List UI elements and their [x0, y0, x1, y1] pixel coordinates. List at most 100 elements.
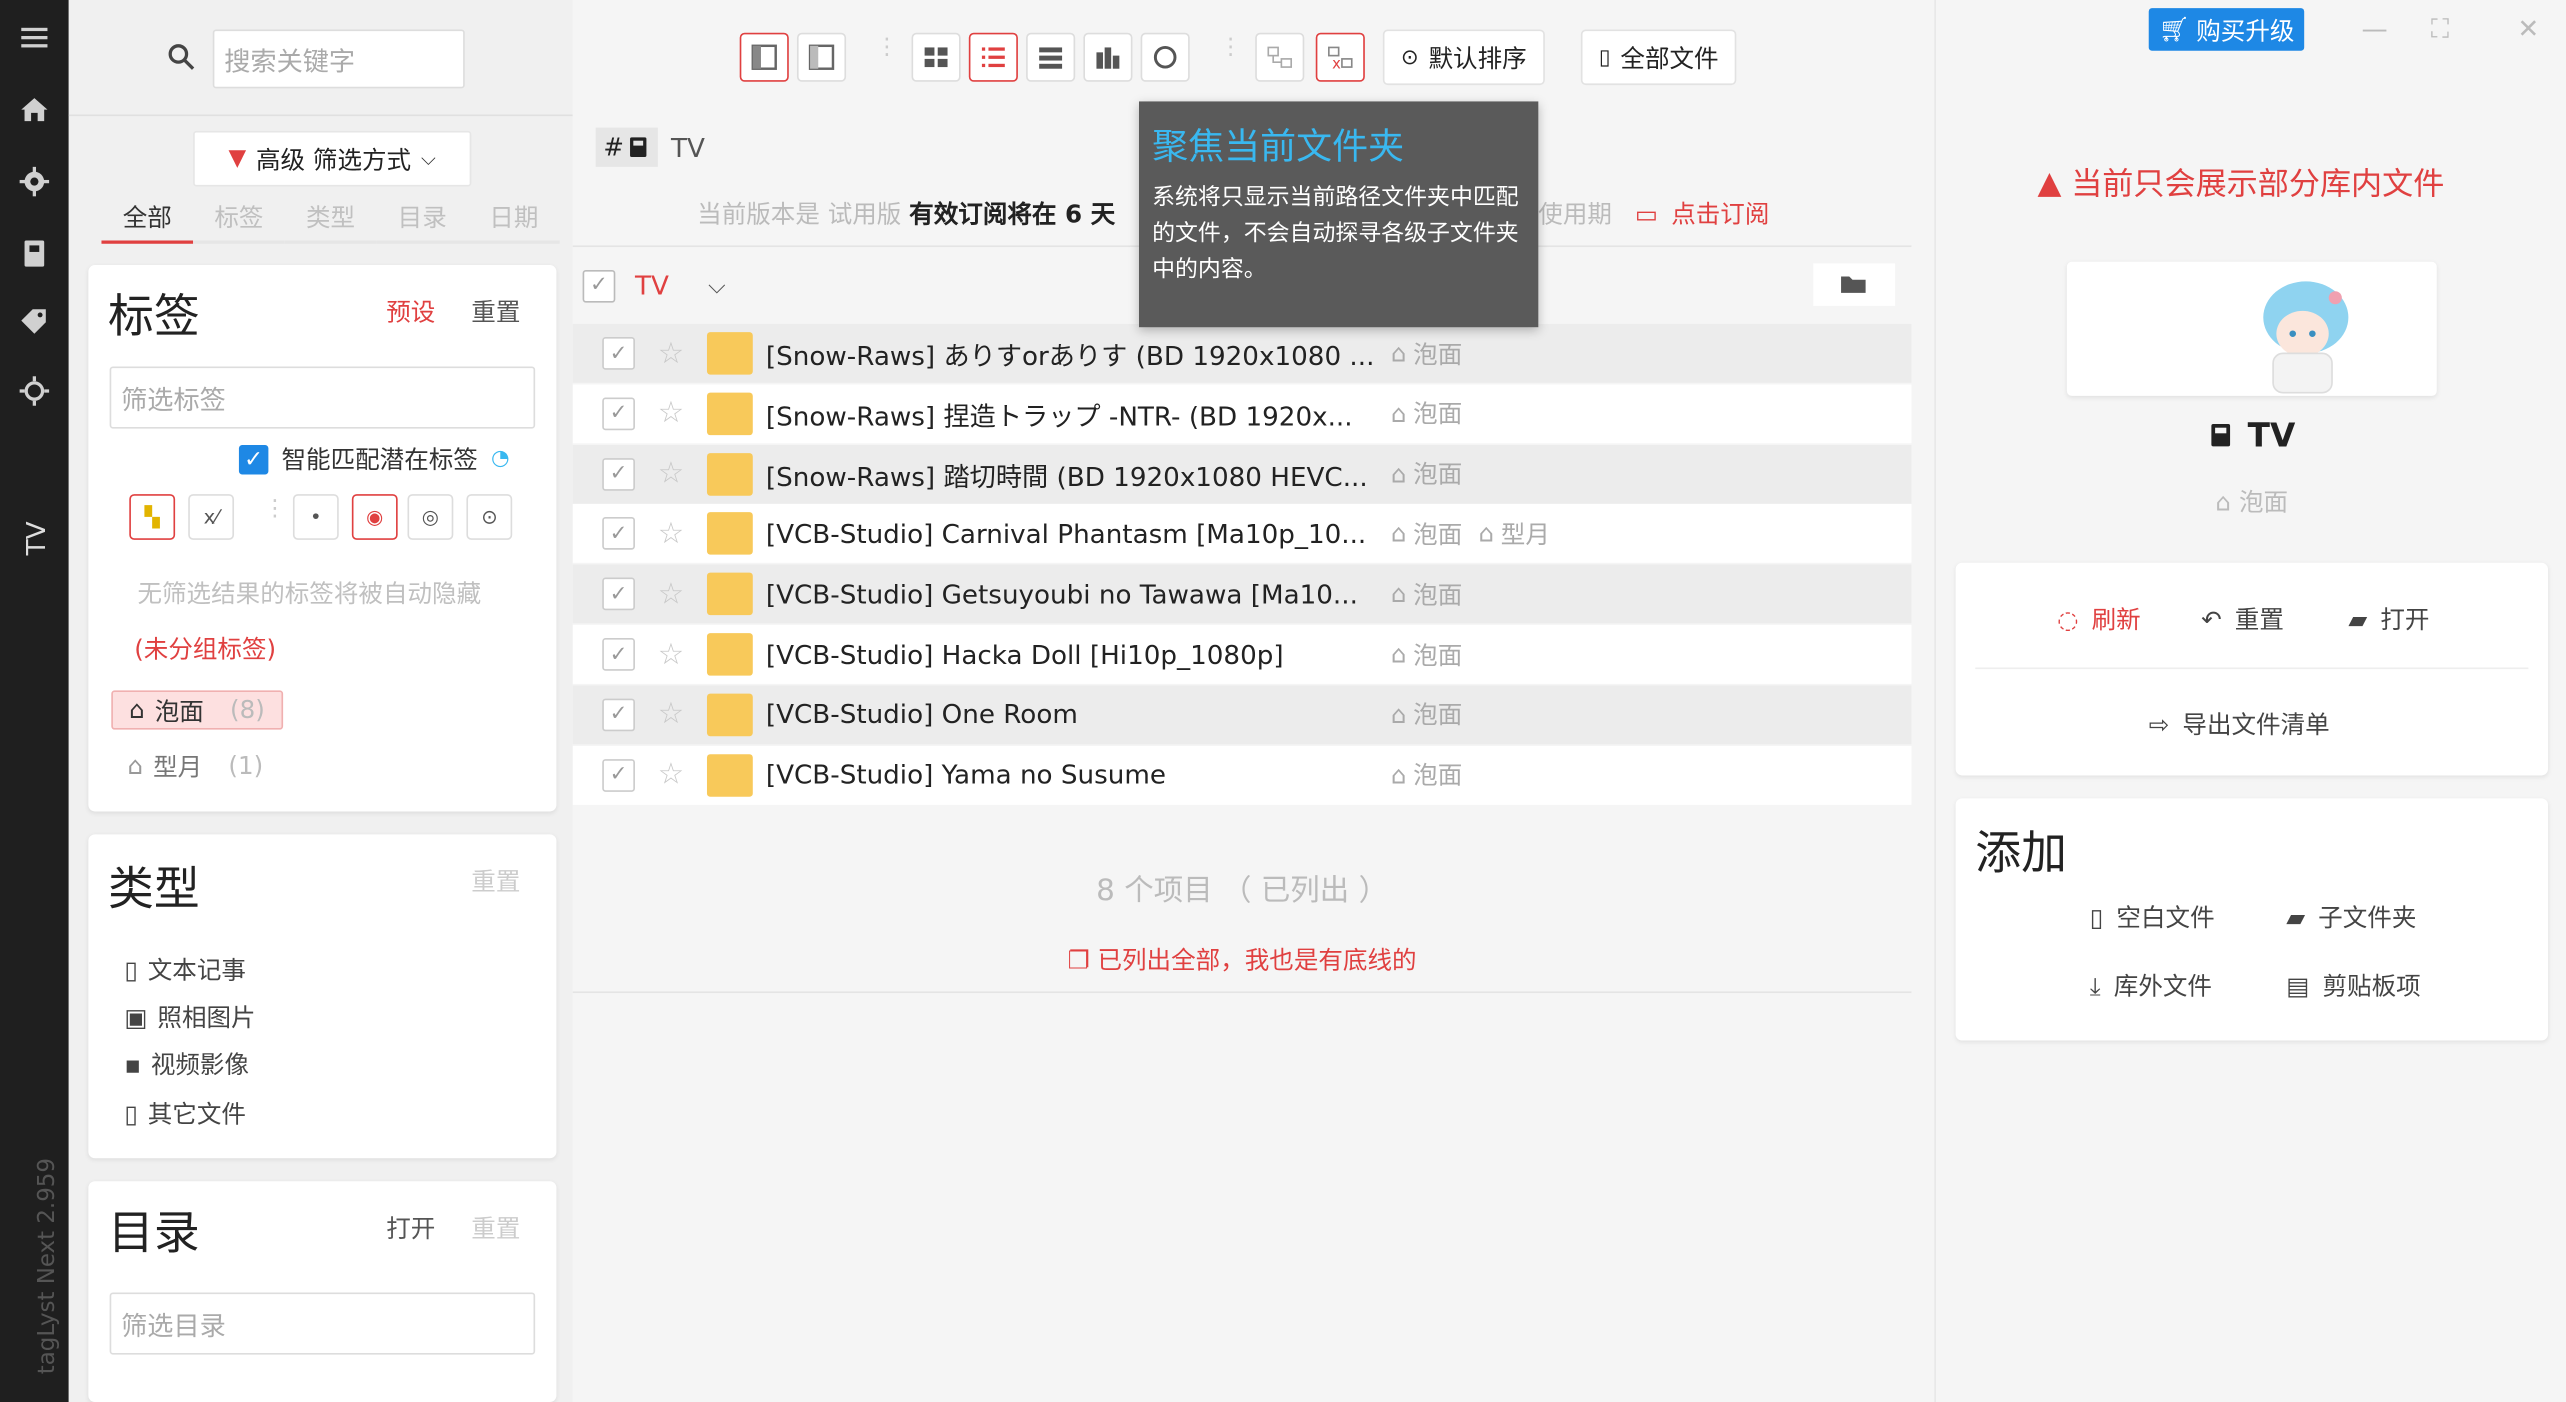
star-icon[interactable]: ☆ [655, 758, 688, 792]
file-row[interactable]: ✓ ☆ [Snow-Raws] ありすorありす (BD 1920x1080 ...… [572, 323, 1912, 383]
row-checkbox[interactable]: ✓ [602, 638, 635, 671]
row-tag[interactable]: ⌂ 泡面 [1391, 697, 1462, 731]
right-panel-toggle[interactable] [796, 32, 847, 82]
row-tag[interactable]: ⌂ 泡面 [1391, 758, 1462, 792]
file-row[interactable]: ✓ ☆ [VCB-Studio] Getsuyoubi no Tawawa [Ma1… [572, 564, 1912, 624]
theme-icon[interactable] [16, 373, 52, 409]
file-row[interactable]: ✓ ☆ [Snow-Raws] 踏切時間 (BD 1920x1080 HEVC...… [572, 444, 1912, 504]
row-tag[interactable]: ⌂ 泡面 [1391, 517, 1462, 551]
tag-item-selected[interactable]: ⌂ 泡面 (8) [111, 690, 283, 730]
tag-dot-button[interactable]: • [292, 494, 339, 540]
export-list-button[interactable]: ⇨ 导出文件清单 [2149, 707, 2330, 741]
tag-circle-button[interactable]: ⊙ [466, 494, 513, 540]
tag-filter-input[interactable]: 筛选标签 [109, 366, 536, 429]
type-reset-button[interactable]: 重置 [471, 864, 520, 898]
star-icon[interactable]: ☆ [655, 517, 688, 551]
row-checkbox[interactable]: ✓ [602, 698, 635, 731]
type-item-video[interactable]: ▪ 视频影像 [124, 1047, 249, 1081]
masonry-view-button[interactable] [1083, 32, 1133, 82]
row-checkbox[interactable]: ✓ [602, 758, 635, 792]
directory-open-button[interactable]: 打开 [386, 1211, 435, 1245]
tags-icon[interactable] [16, 304, 52, 340]
search-icon[interactable] [167, 43, 196, 72]
add-external-file-button[interactable]: ⤓ 库外文件 [2090, 969, 2212, 1003]
star-icon[interactable]: ☆ [655, 396, 688, 430]
ungrouped-tags-label[interactable]: (未分组标签) [134, 631, 276, 665]
breadcrumb-folder[interactable]: TV [671, 132, 705, 163]
file-name[interactable]: [VCB-Studio] One Room [766, 699, 1375, 730]
tab-all[interactable]: 全部 [101, 200, 194, 244]
row-checkbox[interactable]: ✓ [602, 457, 635, 491]
file-row[interactable]: ✓ ☆ [VCB-Studio] Yama no Susume ⌂ 泡面 [572, 745, 1912, 805]
file-name[interactable]: [Snow-Raws] 捏造トラップ -NTR- (BD 1920x... [766, 394, 1375, 433]
directory-filter-input[interactable]: 筛选目录 [109, 1292, 536, 1355]
add-blank-file-button[interactable]: ▯ 空白文件 [2090, 900, 2215, 934]
advanced-filter-select[interactable]: ▼ 高级 筛选方式 ⌵ [193, 130, 472, 187]
directory-reset-button[interactable]: 重置 [471, 1211, 520, 1245]
row-tag[interactable]: ⌂ 泡面 [1391, 396, 1462, 430]
star-icon[interactable]: ☆ [655, 637, 688, 671]
type-item-other[interactable]: ▯ 其它文件 [124, 1096, 246, 1130]
file-name[interactable]: [VCB-Studio] Carnival Phantasm [Ma10p_10… [766, 518, 1375, 549]
left-panel-toggle[interactable] [739, 32, 789, 82]
star-icon[interactable]: ☆ [655, 577, 688, 611]
tab-dates[interactable]: 日期 [468, 200, 560, 244]
row-tag[interactable]: ⌂ 泡面 [1391, 457, 1462, 491]
circle-view-button[interactable] [1140, 32, 1190, 82]
rail-folder-label[interactable]: TV [20, 522, 51, 556]
focus-folder-button[interactable]: x [1315, 32, 1365, 82]
open-folder-button[interactable] [1813, 263, 1896, 306]
tag-item[interactable]: ⌂ 型月 (1) [111, 746, 279, 785]
file-row[interactable]: ✓ ☆ [VCB-Studio] Hacka Doll [Hi10p_1080p] ⌂… [572, 624, 1912, 684]
list-view-button[interactable] [968, 32, 1018, 82]
row-checkbox[interactable]: ✓ [602, 397, 635, 430]
add-clipboard-button[interactable]: ▤ 剪贴板项 [2286, 969, 2421, 1003]
row-checkbox[interactable]: ✓ [602, 577, 635, 611]
type-item-image[interactable]: ▣ 照相图片 [124, 1000, 255, 1034]
file-name[interactable]: [VCB-Studio] Yama no Susume [766, 759, 1375, 790]
file-row[interactable]: ✓ ☆ [VCB-Studio] One Room ⌂ 泡面 [572, 685, 1912, 745]
buy-upgrade-button[interactable]: 🛒︎ 购买升级 [2148, 8, 2305, 51]
tag-ring-button[interactable]: ◎ [407, 494, 454, 540]
row-tag[interactable]: ⌂ 泡面 [1391, 577, 1462, 611]
tab-types[interactable]: 类型 [284, 200, 377, 244]
home-icon[interactable] [16, 92, 52, 128]
type-item-text[interactable]: ▯ 文本记事 [124, 952, 246, 986]
row-tag[interactable]: ⌂ 泡面 [1391, 336, 1462, 370]
menu-icon[interactable] [16, 20, 52, 56]
detail-tag[interactable]: ⌂ 泡面 [1936, 484, 2566, 518]
subfolder-toggle-button[interactable] [1255, 32, 1305, 82]
file-name[interactable]: [VCB-Studio] Hacka Doll [Hi10p_1080p] [766, 639, 1375, 670]
compact-view-button[interactable] [1026, 32, 1076, 82]
refresh-button[interactable]: ◌ 刷新 [2057, 602, 2141, 636]
row-checkbox[interactable]: ✓ [602, 517, 635, 551]
close-button[interactable]: ✕ [2512, 13, 2545, 46]
smart-match-checkbox[interactable]: ✓ [238, 444, 269, 474]
folder-thumbnail[interactable] [2066, 261, 2437, 396]
tag-clear-button[interactable]: x⁄ [188, 494, 235, 540]
open-button[interactable]: ▰ 打开 [2348, 602, 2429, 636]
tab-directories[interactable]: 目录 [376, 200, 469, 244]
list-header-folder[interactable]: TV [635, 270, 669, 301]
select-all-checkbox[interactable]: ✓ [582, 269, 616, 302]
scope-button[interactable]: ▯ 全部文件 [1580, 29, 1737, 86]
tag-reset-button[interactable]: 重置 [471, 294, 520, 328]
tag-color-button[interactable]: ▚ [129, 494, 176, 540]
tag-target-button[interactable]: ◉ [351, 494, 398, 540]
breadcrumb-root[interactable]: # [595, 127, 658, 167]
tab-tags[interactable]: 标签 [193, 200, 285, 244]
file-row[interactable]: ✓ ☆ [VCB-Studio] Carnival Phantasm [Ma10p_… [572, 504, 1912, 564]
help-icon[interactable]: ◔ [491, 447, 510, 472]
subscribe-link[interactable]: ▭ 点击订阅 [1635, 196, 1770, 230]
add-subfolder-button[interactable]: ▰ 子文件夹 [2286, 900, 2416, 934]
maximize-button[interactable]: ⛶ [2424, 13, 2457, 46]
row-checkbox[interactable]: ✓ [602, 337, 635, 370]
minimize-button[interactable]: — [2358, 13, 2391, 46]
row-tag[interactable]: ⌂ 泡面 [1391, 637, 1462, 671]
library-icon[interactable] [16, 236, 52, 272]
star-icon[interactable]: ☆ [655, 457, 688, 491]
star-icon[interactable]: ☆ [655, 336, 688, 370]
smart-match-toggle[interactable]: ✓ 智能匹配潜在标签 ◔ [238, 442, 510, 476]
file-name[interactable]: [VCB-Studio] Getsuyoubi no Tawawa [Ma10.… [766, 579, 1375, 610]
search-input[interactable]: 搜索关键字 [212, 29, 465, 89]
